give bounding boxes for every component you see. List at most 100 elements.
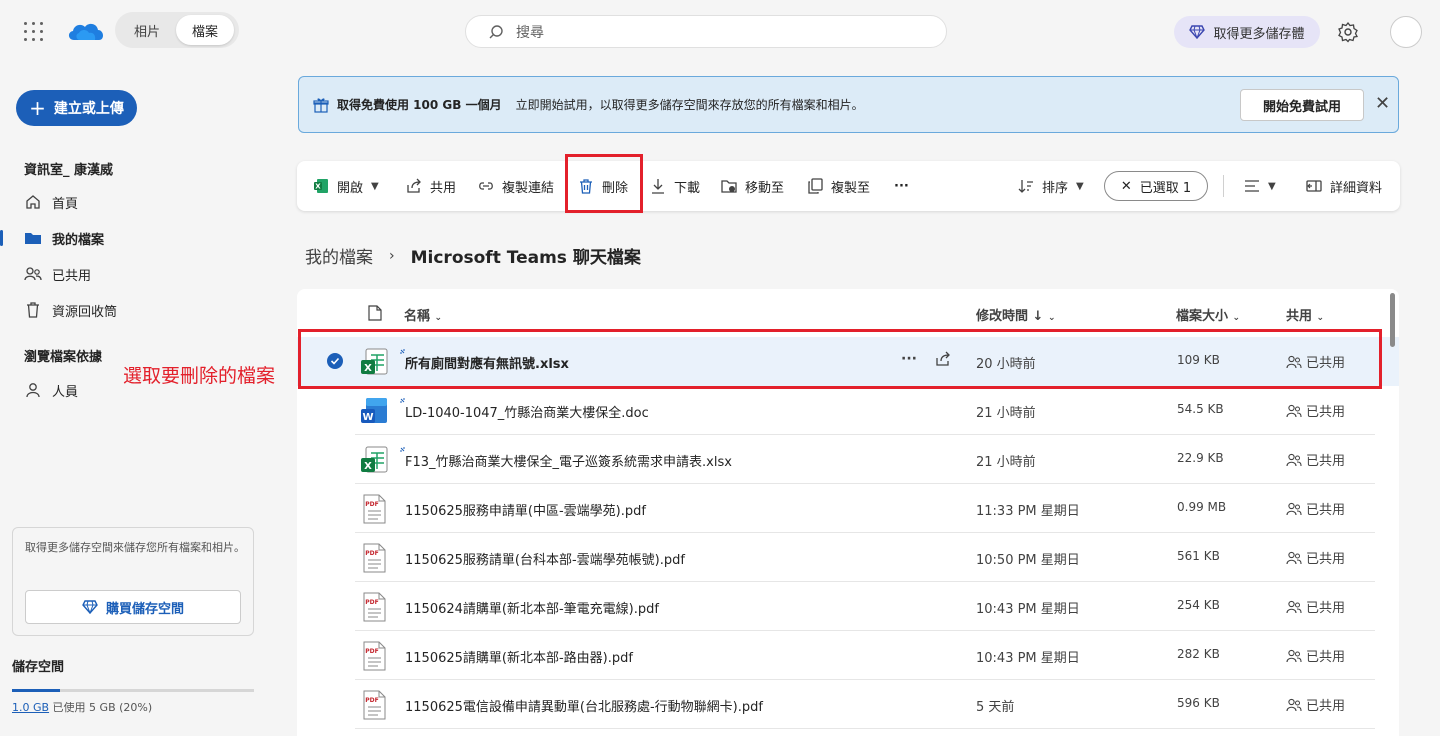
breadcrumb-root[interactable]: 我的檔案: [305, 243, 373, 268]
file-size: 282 KB: [1177, 647, 1220, 661]
breadcrumb: 我的檔案 › Microsoft Teams 聊天檔案: [305, 243, 641, 269]
clear-selection-icon[interactable]: ✕: [1121, 179, 1132, 194]
table-row[interactable]: X F13_竹縣治商業大樓保全_電子巡簽系統需求申請表.xlsx 21 小時前 22.…: [297, 435, 1399, 484]
tab-photos[interactable]: 相片: [118, 15, 176, 45]
move-folder-icon: [721, 180, 737, 193]
svg-text:PDF: PDF: [365, 599, 378, 606]
file-name[interactable]: 1150625服務申請單(中區-雲端學苑).pdf: [405, 500, 646, 519]
scrollbar[interactable]: [1390, 293, 1395, 347]
file-name[interactable]: 1150625請購單(新北本部-路由器).pdf: [405, 647, 633, 666]
account-avatar[interactable]: [1390, 16, 1422, 48]
list-header: 名稱 ⌄ 修改時間 ↓ ⌄ 檔案大小 ⌄ 共用 ⌄: [297, 289, 1399, 337]
list-view-icon: [1245, 180, 1259, 192]
delete-label: 刪除: [602, 180, 629, 196]
account-title: 資訊室_ 康漢威: [24, 163, 114, 178]
selected-count-chip[interactable]: ✕ 已選取 1: [1104, 171, 1208, 201]
app-launcher-icon[interactable]: [24, 22, 44, 42]
column-header-size[interactable]: 檔案大小 ⌄: [1176, 305, 1240, 324]
modified-time: 21 小時前: [976, 406, 1036, 421]
open-label: 開啟: [337, 180, 364, 196]
svg-text:X: X: [364, 461, 372, 472]
sharing-status[interactable]: 已共用: [1286, 695, 1345, 714]
sharing-status[interactable]: 已共用: [1286, 450, 1345, 469]
sharing-label: 已共用: [1306, 552, 1346, 567]
share-label: 共用: [430, 180, 457, 196]
storage-promo-card: 取得更多儲存空間來儲存您所有檔案和相片。 購買儲存空間: [12, 527, 254, 636]
premium-label: 取得更多儲存體: [1213, 26, 1305, 42]
create-upload-button[interactable]: + 建立或上傳: [16, 90, 137, 126]
onedrive-logo: [68, 23, 104, 40]
details-button[interactable]: 詳細資料: [1306, 161, 1382, 211]
sidebar-item-label: 資源回收筒: [52, 304, 118, 320]
file-size: 22.9 KB: [1177, 451, 1224, 465]
row-checkbox-checked[interactable]: [327, 353, 343, 369]
file-size: 0.99 MB: [1177, 500, 1227, 514]
table-row[interactable]: PDF 1150625服務請單(台科本部-雲端學苑帳號).pdf 10:50 PM …: [297, 533, 1399, 582]
sharing-status[interactable]: 已共用: [1286, 352, 1345, 371]
column-header-sharing[interactable]: 共用 ⌄: [1286, 305, 1324, 324]
sharing-status[interactable]: 已共用: [1286, 597, 1345, 616]
sidebar-item-my-files[interactable]: 我的檔案: [24, 224, 104, 252]
download-button[interactable]: 下載: [650, 161, 700, 211]
selected-indicator: [0, 230, 3, 246]
close-icon[interactable]: ✕: [1375, 93, 1390, 114]
download-icon: [652, 179, 664, 194]
sort-button[interactable]: 排序 ▼: [1018, 161, 1084, 211]
table-row[interactable]: PDF 1150625服務申請單(中區-雲端學苑).pdf 11:33 PM 星期日…: [297, 484, 1399, 533]
row-actions: ···: [901, 351, 951, 367]
sidebar-item-home[interactable]: 首頁: [24, 188, 78, 216]
sharing-status[interactable]: 已共用: [1286, 401, 1345, 420]
sharing-status[interactable]: 已共用: [1286, 548, 1345, 567]
shared-people-icon: [1286, 502, 1302, 515]
table-row[interactable]: PDF 1150625電信設備申請異動單(台北服務處-行動物聯網卡).pdf 5 天…: [297, 680, 1399, 729]
file-name[interactable]: 1150625服務請單(台科本部-雲端學苑帳號).pdf: [405, 549, 685, 568]
copy-link-button[interactable]: 複製連結: [478, 161, 554, 211]
get-more-storage-button[interactable]: 取得更多儲存體: [1174, 16, 1320, 48]
share-button[interactable]: 共用: [406, 161, 456, 211]
storage-promo-text: 取得更多儲存空間來儲存您所有檔案和相片。: [25, 541, 245, 554]
start-free-trial-button[interactable]: 開始免費試用: [1240, 89, 1364, 121]
sharing-label: 已共用: [1306, 650, 1346, 665]
column-header-modified[interactable]: 修改時間 ↓ ⌄: [976, 305, 1056, 324]
settings-gear-icon[interactable]: [1337, 21, 1359, 43]
storage-used-link[interactable]: 1.0 GB: [12, 701, 49, 714]
file-name[interactable]: 所有廁間對應有無訊號.xlsx: [405, 353, 569, 372]
sidebar-item-people[interactable]: 人員: [24, 376, 78, 404]
storage-usage-text: 已使用 5 GB (20%): [49, 701, 153, 714]
file-name[interactable]: 1150624請購單(新北本部-筆電充電線).pdf: [405, 598, 659, 617]
create-upload-label: 建立或上傳: [53, 101, 124, 117]
sidebar-item-shared[interactable]: 已共用: [24, 260, 91, 288]
table-row[interactable]: PDF 1150625請購單(新北本部-路由器).pdf 10:43 PM 星期日 2…: [297, 631, 1399, 680]
sharing-status[interactable]: 已共用: [1286, 499, 1345, 518]
file-name[interactable]: F13_竹縣治商業大樓保全_電子巡簽系統需求申請表.xlsx: [405, 451, 732, 470]
search-placeholder: 搜尋: [516, 24, 544, 41]
view-options-button[interactable]: ▼: [1244, 161, 1276, 211]
table-row[interactable]: X 所有廁間對應有無訊號.xlsx ··· 20 小時前 109 KB 已共用: [297, 337, 1399, 386]
plus-icon: +: [29, 96, 46, 120]
move-to-label: 移動至: [745, 180, 785, 196]
open-button[interactable]: X 開啟 ▼: [313, 161, 379, 211]
table-row[interactable]: W LD-1040-1047_竹縣治商業大樓保全.doc 21 小時前 54.5 KB…: [297, 386, 1399, 435]
svg-text:PDF: PDF: [365, 697, 378, 704]
share-icon[interactable]: [935, 351, 951, 367]
search-input[interactable]: 搜尋: [465, 15, 947, 48]
column-header-name[interactable]: 名稱 ⌄: [404, 305, 442, 324]
copy-to-button[interactable]: 複製至: [807, 161, 870, 211]
more-options-button[interactable]: ···: [894, 161, 909, 211]
sharing-status[interactable]: 已共用: [1286, 646, 1345, 665]
buy-storage-button[interactable]: 購買儲存空間: [25, 590, 241, 624]
people-icon: [24, 267, 42, 281]
file-type-icon[interactable]: [368, 305, 382, 321]
more-options-icon[interactable]: ···: [901, 351, 917, 367]
modified-time: 10:43 PM 星期日: [976, 602, 1080, 617]
copy-to-label: 複製至: [831, 180, 871, 196]
tab-files[interactable]: 檔案: [176, 15, 234, 45]
move-to-button[interactable]: 移動至: [721, 161, 784, 211]
banner-text: 立即開始試用，以取得更多儲存空間來存放您的所有檔案和相片。: [515, 98, 864, 112]
delete-button[interactable]: 刪除: [578, 161, 628, 211]
file-name[interactable]: 1150625電信設備申請異動單(台北服務處-行動物聯網卡).pdf: [405, 696, 763, 715]
excel-file-icon: X: [361, 348, 388, 375]
file-name[interactable]: LD-1040-1047_竹縣治商業大樓保全.doc: [405, 402, 649, 421]
table-row[interactable]: PDF 1150624請購單(新北本部-筆電充電線).pdf 10:43 PM 星期…: [297, 582, 1399, 631]
sidebar-item-recycle-bin[interactable]: 資源回收筒: [24, 296, 117, 324]
